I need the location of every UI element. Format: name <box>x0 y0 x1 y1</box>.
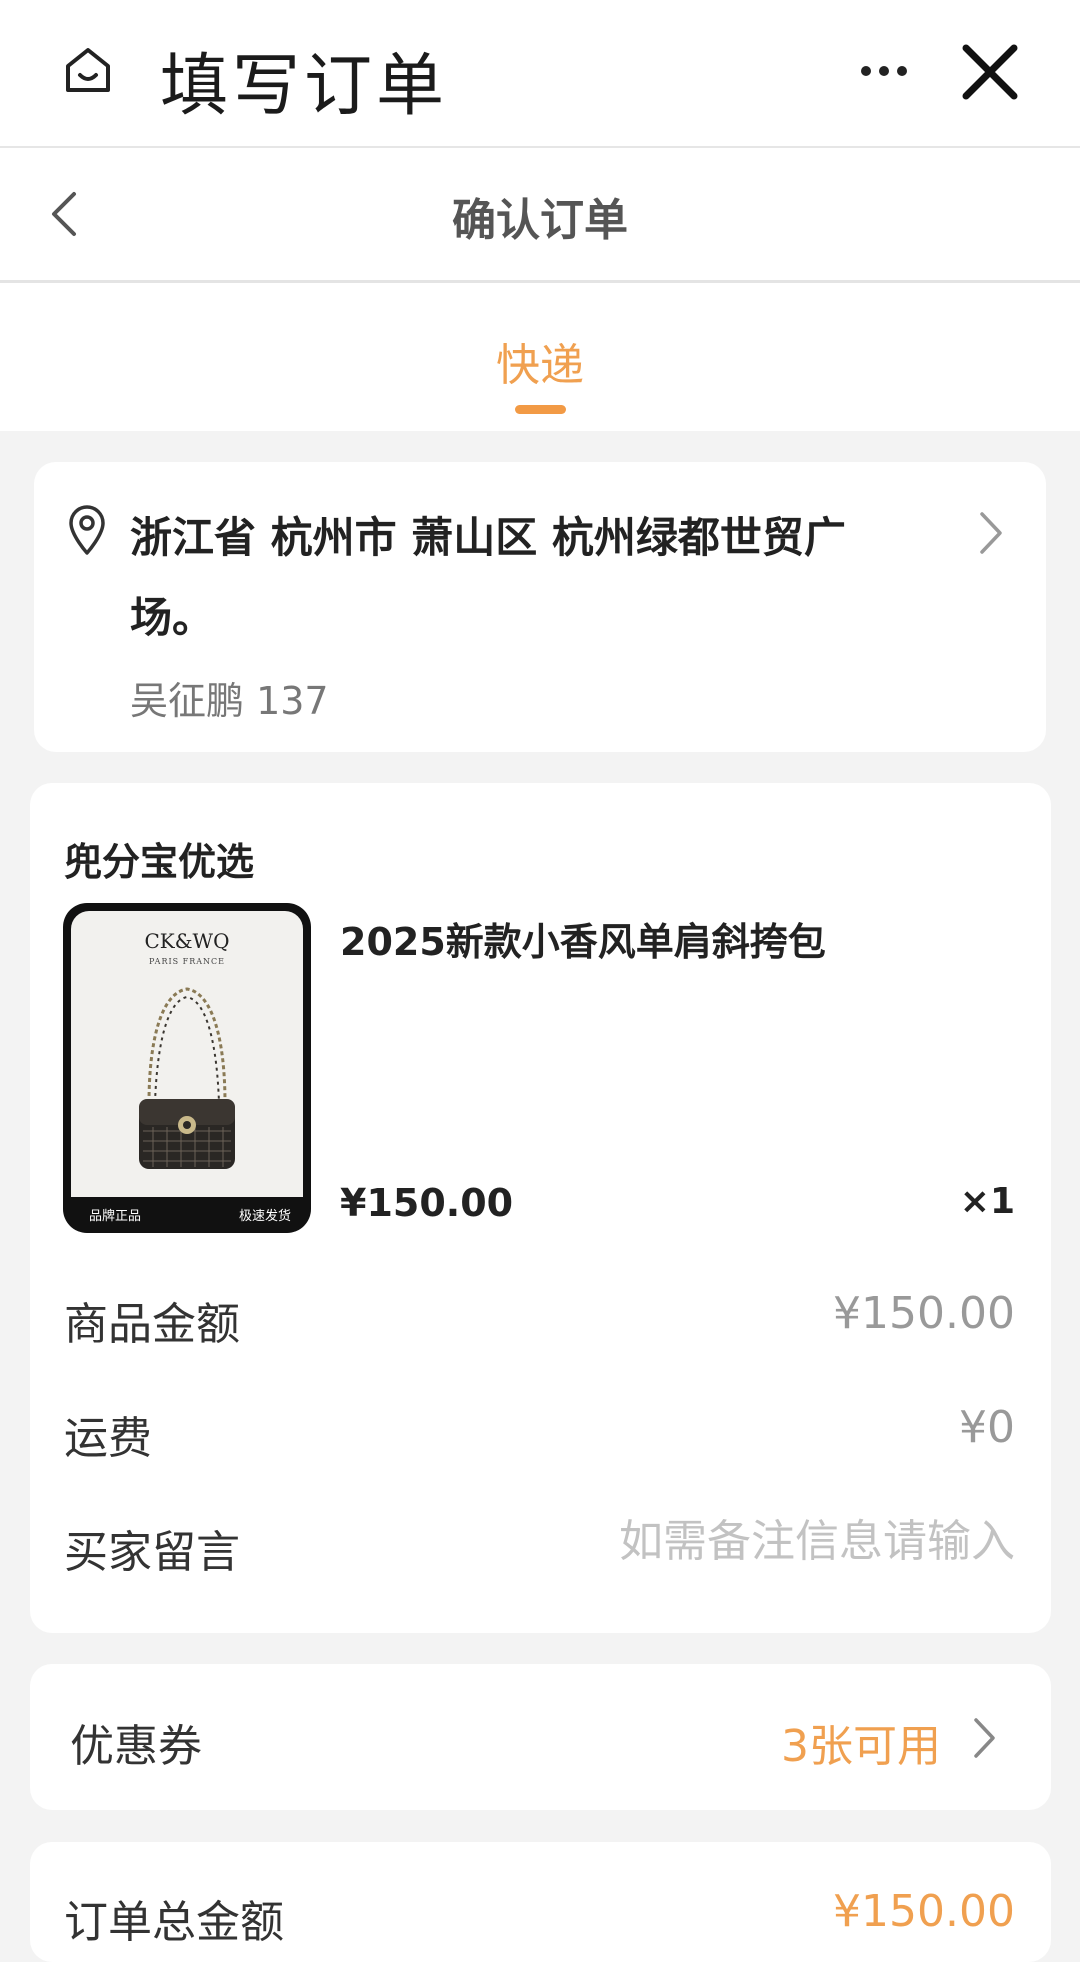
product-price: ¥150.00 <box>340 1181 514 1225</box>
address-line: 浙江省 杭州市 萧山区 杭州绿都世贸广场。 <box>130 513 846 642</box>
fast-shipping-badge: 极速发货 <box>238 1209 291 1224</box>
coupon-card[interactable]: 优惠券 3张可用 <box>30 1664 1051 1810</box>
buyer-message-label: 买家留言 <box>64 1527 240 1578</box>
more-icon[interactable] <box>858 56 910 86</box>
close-icon[interactable] <box>960 42 1020 102</box>
shipping-fee-label: 运费 <box>64 1413 152 1464</box>
page-title: 填写订单 <box>160 47 449 126</box>
goods-amount-value: ¥150.00 <box>833 1288 1015 1339</box>
tab-express[interactable]: 快递 <box>0 329 1080 393</box>
buyer-message-input[interactable] <box>555 1516 1015 1567</box>
product-image-canvas: CK&WQ PARIS FRANCE <box>71 911 303 1197</box>
order-total-card: 订单总金额 ¥150.00 <box>30 1842 1051 1962</box>
shop-name: 兜分宝优选 <box>64 840 255 884</box>
navigation-bar: 确认订单 <box>0 148 1080 283</box>
coupon-label: 优惠券 <box>70 1721 202 1772</box>
product-image-subtitle: PARIS FRANCE <box>149 957 225 966</box>
shipping-fee-value: ¥0 <box>959 1402 1015 1453</box>
goods-amount-label: 商品金额 <box>64 1299 240 1350</box>
receiver-info: 吴征鹏 137 <box>130 679 329 723</box>
address-card[interactable]: 浙江省 杭州市 萧山区 杭州绿都世贸广场。 吴征鹏 137 <box>34 462 1046 752</box>
tab-active-indicator <box>515 405 566 414</box>
product-image-brand: CK&WQ <box>144 929 230 953</box>
product-title[interactable]: 2025新款小香风单肩斜挎包 <box>340 911 826 966</box>
product-quantity: ×1 <box>959 1181 1015 1222</box>
delivery-tab-bar: 快递 <box>0 283 1080 431</box>
chevron-right-icon[interactable] <box>976 510 1006 556</box>
top-app-bar: 填写订单 <box>0 0 1080 148</box>
authentic-badge: 品牌正品 <box>89 1209 142 1224</box>
order-card: 兜分宝优选 CK&WQ PARIS FRANCE 品牌正品 极速发货 2025新… <box>30 783 1051 1633</box>
product-image[interactable]: CK&WQ PARIS FRANCE 品牌正品 极速发货 <box>63 903 311 1233</box>
chevron-right-icon[interactable] <box>971 1716 999 1760</box>
handbag-illustration <box>139 987 235 1169</box>
location-pin-icon <box>69 505 105 555</box>
order-total-label: 订单总金额 <box>64 1897 284 1948</box>
coupon-available-count: 3张可用 <box>781 1721 941 1772</box>
product-image-footer: 品牌正品 极速发货 <box>63 1201 311 1229</box>
home-icon[interactable] <box>60 42 116 98</box>
order-total-value: ¥150.00 <box>833 1886 1015 1937</box>
nav-title: 确认订单 <box>452 195 628 246</box>
